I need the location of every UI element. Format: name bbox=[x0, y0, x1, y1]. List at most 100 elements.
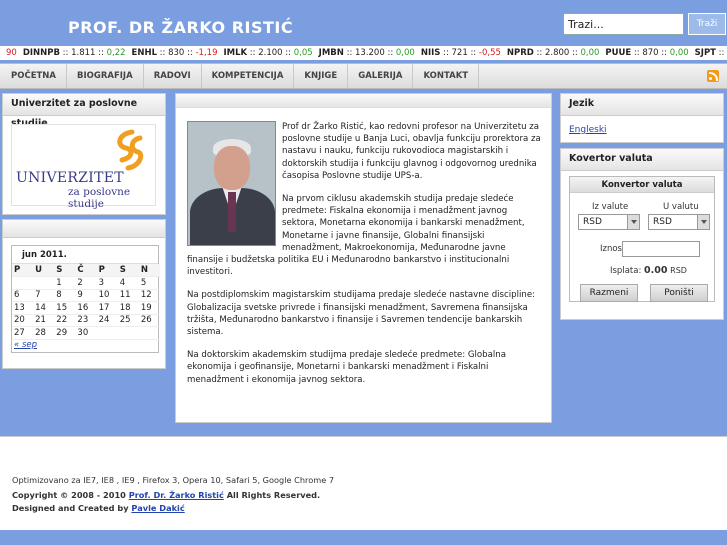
ticker-change: 0,00 bbox=[395, 48, 415, 58]
reset-button[interactable]: Poništi bbox=[650, 284, 708, 302]
calendar-day[interactable]: 14 bbox=[33, 301, 55, 315]
bio-paragraph-3: Na postdiplomskim magistarskim studijama… bbox=[187, 290, 535, 338]
calendar-day[interactable]: 5 bbox=[138, 276, 160, 290]
ticker-price: :: 13.200 :: bbox=[343, 48, 396, 58]
calendar-day[interactable]: 17 bbox=[96, 301, 118, 315]
calendar-day[interactable]: 2 bbox=[75, 276, 97, 290]
calendar-weekday: P bbox=[12, 264, 34, 277]
calendar-day[interactable]: 23 bbox=[75, 314, 97, 327]
to-currency-select[interactable]: RSD bbox=[648, 214, 710, 230]
calendar-day[interactable]: 15 bbox=[54, 301, 76, 315]
site-title[interactable]: PROF. DR ŽARKO RISTIĆ bbox=[68, 18, 293, 37]
calendar-day[interactable]: 29 bbox=[54, 326, 76, 340]
calendar-weekday: U bbox=[33, 264, 55, 277]
calendar-day[interactable]: 12 bbox=[138, 289, 160, 302]
converter-title: Konvertor valuta bbox=[570, 177, 714, 193]
copyright-link[interactable]: Prof. Dr. Žarko Ristić bbox=[129, 490, 224, 500]
calendar-day[interactable]: 11 bbox=[117, 289, 139, 302]
ticker-change: 0,22 bbox=[106, 48, 126, 58]
nav-item-radovi[interactable]: RADOVI bbox=[144, 64, 202, 88]
ticker-price: :: 2.800 :: bbox=[533, 48, 581, 58]
ticker-symbol[interactable]: SJPT bbox=[695, 46, 716, 60]
ticker-price: :: 870 :: bbox=[631, 48, 670, 58]
calendar-weekday: P bbox=[96, 264, 118, 277]
calendar-day[interactable]: 22 bbox=[54, 314, 76, 327]
payout-row: Isplata: 0.00 RSD bbox=[610, 265, 687, 276]
ticker-price: :: 830 :: bbox=[156, 48, 196, 58]
ticker-change: 0,00 bbox=[669, 48, 689, 58]
search-button[interactable]: Traži bbox=[688, 13, 726, 35]
ticker-change: 0,00 bbox=[580, 48, 600, 58]
university-logo-line2: za poslovne studije bbox=[68, 186, 131, 210]
ticker-symbol[interactable]: IMLK bbox=[223, 46, 247, 60]
nav-item-kontakt[interactable]: KONTAKT bbox=[413, 64, 480, 88]
stock-ticker: 90 DINNPB :: 1.811 :: 0,22 ENHL :: 830 :: … bbox=[0, 46, 727, 60]
calendar-day[interactable]: 7 bbox=[33, 289, 55, 302]
calendar-day[interactable]: 13 bbox=[12, 301, 34, 315]
calendar-weekday: Č bbox=[75, 264, 97, 277]
ticker-symbol[interactable]: NPRD bbox=[507, 46, 534, 60]
ticker-symbol[interactable]: PUUE bbox=[605, 46, 631, 60]
calendar-day[interactable]: 21 bbox=[33, 314, 55, 327]
calendar-day[interactable]: 4 bbox=[117, 276, 139, 290]
ticker-symbol[interactable]: ENHL bbox=[132, 46, 157, 60]
nav-item-knjige[interactable]: KNJIGE bbox=[294, 64, 349, 88]
calendar-day[interactable]: 3 bbox=[96, 276, 118, 290]
ticker-change: 0,05 bbox=[293, 48, 313, 58]
ticker-price: :: 1.811 :: bbox=[59, 48, 107, 58]
calendar-day[interactable]: 24 bbox=[96, 314, 118, 327]
ticker-change: -0,55 bbox=[478, 48, 501, 58]
language-panel: Jezik Engleski bbox=[560, 93, 724, 143]
university-panel: Univerzitet za poslovne studije UNIVERZI… bbox=[2, 93, 166, 215]
ticker-symbol[interactable]: DINNPB bbox=[23, 46, 60, 60]
calendar-day[interactable]: 27 bbox=[12, 326, 34, 340]
calendar-day[interactable]: 20 bbox=[12, 314, 34, 327]
ticker-price: :: 721 :: bbox=[440, 48, 479, 58]
calendar-day[interactable]: 26 bbox=[138, 314, 160, 327]
calendar-day[interactable]: 16 bbox=[75, 301, 97, 315]
convert-button[interactable]: Razmeni bbox=[580, 284, 638, 302]
calendar-day[interactable]: 1 bbox=[54, 276, 76, 290]
nav-item-kompetencija[interactable]: KOMPETENCIJA bbox=[202, 64, 295, 88]
converter-panel-title: Kovertor valuta bbox=[561, 149, 723, 171]
nav-item-pocetna[interactable]: POČETNA bbox=[0, 64, 67, 88]
rss-icon[interactable] bbox=[707, 70, 719, 82]
converter-box: Konvertor valuta Iz valute U valutu RSD … bbox=[569, 176, 715, 302]
english-language-link[interactable]: Engleski bbox=[569, 125, 607, 135]
search-input[interactable] bbox=[563, 13, 684, 35]
designer-link[interactable]: Pavle Dakić bbox=[131, 503, 184, 513]
main-nav: POČETNA BIOGRAFIJA RADOVI KOMPETENCIJA KNJIG… bbox=[0, 63, 727, 89]
from-currency-label: Iz valute bbox=[592, 202, 629, 212]
calendar-prev-link[interactable]: « sep bbox=[14, 340, 37, 350]
calendar-day[interactable]: 8 bbox=[54, 289, 76, 302]
calendar-day[interactable]: 9 bbox=[75, 289, 97, 302]
from-currency-select[interactable]: RSD bbox=[578, 214, 640, 230]
payout-value: 0.00 bbox=[644, 265, 668, 276]
university-mark-icon bbox=[117, 129, 144, 171]
ticker-price: :: 1.163 :: bbox=[718, 48, 727, 58]
ticker-symbol[interactable]: NIIS bbox=[421, 46, 441, 60]
header: PROF. DR ŽARKO RISTIĆ Traži bbox=[0, 0, 727, 44]
browser-compat-note: Optimizovano za IE7, IE8 , IE9 , Firefox… bbox=[12, 475, 335, 485]
amount-input[interactable] bbox=[622, 241, 700, 257]
university-logo[interactable]: UNIVERZITET za poslovne studije bbox=[11, 124, 156, 210]
calendar-day[interactable]: 18 bbox=[117, 301, 139, 315]
ticker-price: :: 2.100 :: bbox=[247, 48, 294, 58]
calendar-day[interactable]: 10 bbox=[96, 289, 118, 302]
calendar-month: jun 2011. bbox=[12, 246, 158, 264]
calendar-day[interactable]: 30 bbox=[75, 326, 97, 340]
calendar-weekday: S bbox=[117, 264, 139, 277]
calendar-day bbox=[33, 276, 55, 290]
nav-item-galerija[interactable]: GALERIJA bbox=[348, 64, 414, 88]
calendar-day bbox=[138, 326, 160, 340]
nav-item-biografija[interactable]: BIOGRAFIJA bbox=[67, 64, 144, 88]
calendar-day[interactable]: 19 bbox=[138, 301, 160, 315]
calendar-panel: jun 2011. P U S Č P S N 1 2 3 4 5 6 7 8 9 10 11 12 13 14 15 16… bbox=[2, 219, 166, 369]
ticker-symbol[interactable]: JMBN bbox=[319, 46, 344, 60]
calendar-day[interactable]: 25 bbox=[117, 314, 139, 327]
calendar-day[interactable]: 28 bbox=[33, 326, 55, 340]
main-content: Prof dr Žarko Ristić, kao redovni profes… bbox=[175, 93, 552, 423]
university-logo-line1: UNIVERZITET bbox=[16, 170, 124, 186]
ticker-change: -1,19 bbox=[195, 48, 218, 58]
calendar-day[interactable]: 6 bbox=[12, 289, 34, 302]
